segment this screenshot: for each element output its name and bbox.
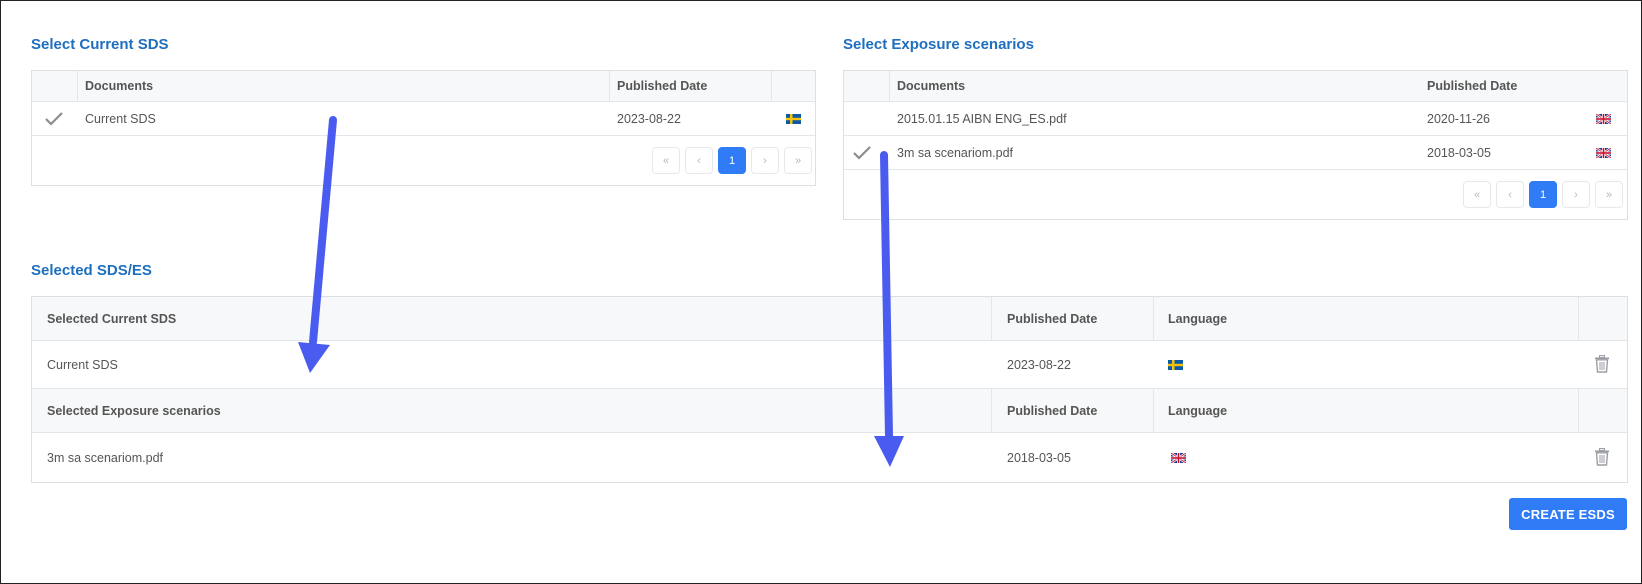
- selected-es-column-header: Selected Exposure scenarios: [47, 403, 221, 418]
- exposure-pagination: « ‹ 1 › »: [1463, 181, 1623, 208]
- published-date: 2023-08-22: [1007, 357, 1071, 372]
- last-page-button[interactable]: »: [784, 147, 812, 174]
- next-page-button[interactable]: ›: [1562, 181, 1590, 208]
- document-name: 3m sa scenariom.pdf: [897, 145, 1014, 160]
- published-date: 2018-03-05: [1427, 145, 1491, 160]
- prev-page-button[interactable]: ‹: [1496, 181, 1524, 208]
- published-date: 2023-08-22: [617, 111, 681, 126]
- language-column-header: Language: [1168, 403, 1228, 418]
- language-column-header: Language: [1168, 311, 1228, 326]
- table-row[interactable]: 3m sa scenariom.pdf 2018-03-05: [844, 136, 1627, 170]
- selected-panel: Selected Current SDS Published Date Lang…: [31, 296, 1628, 483]
- last-page-button[interactable]: »: [1595, 181, 1623, 208]
- published-date-column-header: Published Date: [1007, 311, 1098, 326]
- current-sds-title: Select Current SDS: [31, 36, 169, 53]
- sweden-flag-icon: [1168, 360, 1183, 370]
- current-sds-pagination: « ‹ 1 › »: [652, 147, 812, 174]
- documents-column-header: Documents: [85, 79, 154, 93]
- check-icon[interactable]: [852, 145, 872, 161]
- published-date: 2020-11-26: [1427, 111, 1491, 126]
- document-name: 2015.01.15 AIBN ENG_ES.pdf: [897, 111, 1067, 126]
- sweden-flag-icon: [786, 114, 801, 124]
- trash-icon[interactable]: [1594, 448, 1610, 466]
- first-page-button[interactable]: «: [652, 147, 680, 174]
- document-name: Current SDS: [47, 357, 118, 372]
- published-date-column-header: Published Date: [617, 79, 708, 93]
- exposure-title: Select Exposure scenarios: [843, 36, 1034, 53]
- first-page-button[interactable]: «: [1463, 181, 1491, 208]
- table-row[interactable]: Current SDS 2023-08-22: [32, 102, 815, 136]
- prev-page-button[interactable]: ‹: [685, 147, 713, 174]
- next-page-button[interactable]: ›: [751, 147, 779, 174]
- check-icon[interactable]: [44, 111, 64, 127]
- current-sds-header-row: Documents Published Date: [32, 71, 815, 102]
- current-sds-panel: Documents Published Date Current SDS 202…: [31, 70, 816, 186]
- selected-title: Selected SDS/ES: [31, 262, 152, 279]
- uk-flag-icon: [1596, 148, 1611, 158]
- uk-flag-icon: [1171, 453, 1186, 463]
- exposure-header-row: Documents Published Date: [844, 71, 1627, 102]
- published-date-column-header: Published Date: [1007, 403, 1098, 418]
- document-name: 3m sa scenariom.pdf: [47, 450, 164, 465]
- selected-sds-column-header: Selected Current SDS: [47, 311, 177, 326]
- create-esds-button[interactable]: CREATE ESDS: [1509, 498, 1627, 530]
- page-1-button[interactable]: 1: [1529, 181, 1557, 208]
- exposure-panel: Documents Published Date 2015.01.15 AIBN…: [843, 70, 1628, 220]
- table-row: 3m sa scenariom.pdf 2018-03-05: [32, 433, 1627, 482]
- selected-sds-header-row: Selected Current SDS Published Date Lang…: [32, 297, 1627, 341]
- published-date-column-header: Published Date: [1427, 79, 1518, 93]
- table-row[interactable]: 2015.01.15 AIBN ENG_ES.pdf 2020-11-26: [844, 102, 1627, 136]
- uk-flag-icon: [1596, 114, 1611, 124]
- document-name: Current SDS: [85, 111, 156, 126]
- documents-column-header: Documents: [897, 79, 966, 93]
- selected-es-header-row: Selected Exposure scenarios Published Da…: [32, 389, 1627, 433]
- page-1-button[interactable]: 1: [718, 147, 746, 174]
- table-row: Current SDS 2023-08-22: [32, 341, 1627, 389]
- published-date: 2018-03-05: [1007, 450, 1071, 465]
- trash-icon[interactable]: [1594, 355, 1610, 373]
